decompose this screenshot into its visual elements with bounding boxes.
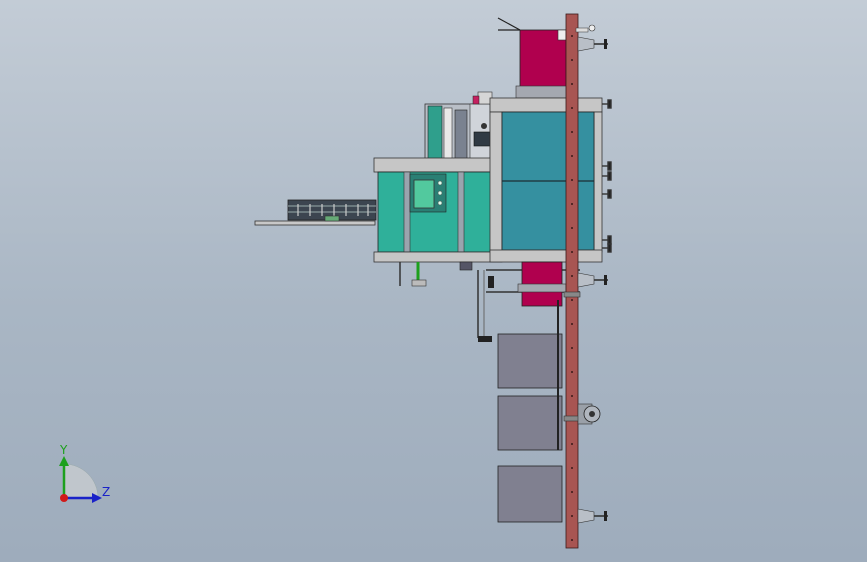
top-cap-fitting[interactable] bbox=[575, 24, 596, 33]
leveling-foot bbox=[577, 36, 608, 52]
leveling-foot bbox=[577, 508, 608, 524]
z-axis-label: Z bbox=[102, 485, 111, 499]
triad-graphic bbox=[59, 456, 102, 503]
vertical-support-post[interactable] bbox=[563, 13, 581, 549]
y-axis-label: Y bbox=[60, 443, 68, 457]
orientation-triad[interactable] bbox=[44, 440, 124, 510]
panel-button-2[interactable] bbox=[437, 190, 443, 196]
lower-collection-bin[interactable] bbox=[517, 261, 567, 307]
hopper-3[interactable] bbox=[497, 465, 563, 523]
machine-assembly-model[interactable] bbox=[0, 0, 867, 562]
storage-tank[interactable] bbox=[489, 97, 603, 263]
hopper-2[interactable] bbox=[497, 395, 563, 451]
top-collection-bin[interactable] bbox=[497, 17, 569, 99]
drive-motor[interactable] bbox=[577, 403, 601, 425]
hmi-screen[interactable] bbox=[413, 179, 435, 209]
leveling-foot bbox=[577, 272, 608, 288]
feeder-conveyor[interactable] bbox=[254, 199, 377, 226]
x-axis-icon bbox=[60, 494, 68, 502]
panel-button-1[interactable] bbox=[437, 180, 443, 186]
panel-button-3[interactable] bbox=[437, 200, 443, 206]
hopper-1[interactable] bbox=[497, 333, 563, 389]
control-panel[interactable] bbox=[409, 173, 447, 213]
cad-viewport[interactable]: Y Z bbox=[0, 0, 867, 562]
upper-drive-mechanism[interactable] bbox=[424, 91, 494, 161]
